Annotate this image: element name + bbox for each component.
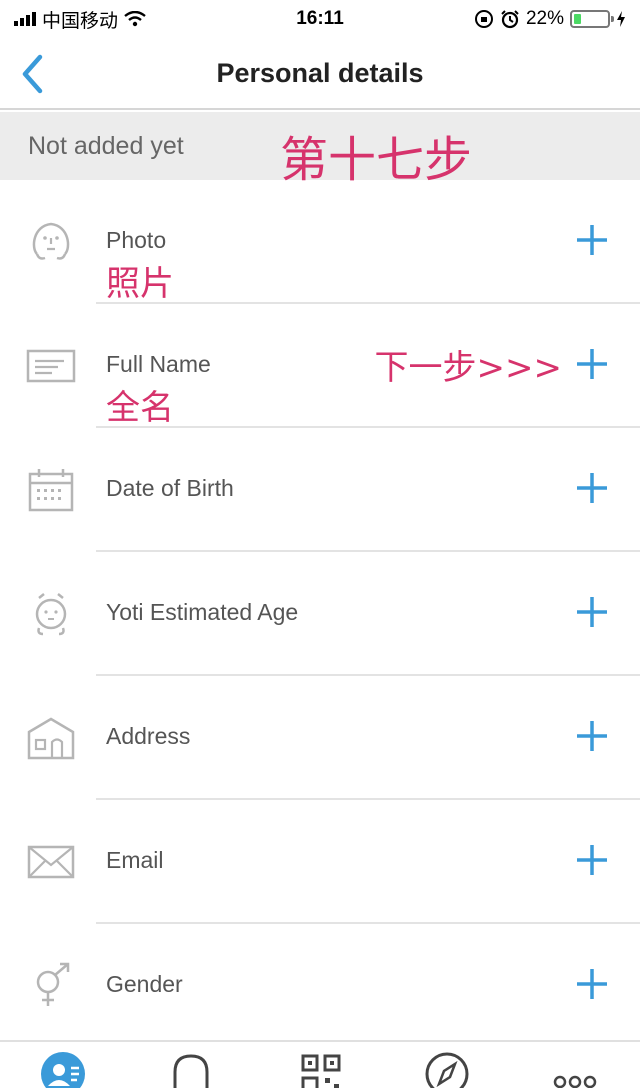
signal-icon: [14, 12, 36, 26]
qr-code-icon: [301, 1054, 341, 1088]
age-face-icon: [24, 590, 78, 638]
id-card-icon: [24, 342, 78, 390]
envelope-icon: [24, 838, 78, 886]
compass-icon: [425, 1052, 469, 1088]
status-banner: Not added yet 第十七步: [0, 112, 640, 188]
battery-icon: [570, 10, 614, 28]
alarm-icon: [501, 10, 519, 29]
next-step-annotation: 下一步>>>: [374, 348, 562, 388]
tab-discover[interactable]: [422, 1050, 472, 1088]
row-label: Date of Birth: [106, 475, 234, 501]
house-icon: [24, 714, 78, 762]
bell-icon: [173, 1054, 209, 1088]
tab-notifications[interactable]: [166, 1050, 216, 1088]
row-gender[interactable]: Gender: [0, 924, 640, 1048]
tab-scan[interactable]: [296, 1050, 346, 1088]
tab-bar: [0, 1040, 640, 1088]
calendar-icon: [24, 466, 78, 514]
personal-details-list: Photo 照片 Full Name 全名 下一步>>> Date of Bir…: [0, 180, 640, 1048]
row-address[interactable]: Address: [0, 676, 640, 800]
tab-more[interactable]: [550, 1050, 600, 1088]
wifi-icon: [124, 11, 146, 27]
gender-icon: [24, 962, 78, 1010]
row-full-name[interactable]: Full Name 全名 下一步>>>: [0, 304, 640, 428]
row-date-of-birth[interactable]: Date of Birth: [0, 428, 640, 552]
row-email[interactable]: Email: [0, 800, 640, 924]
row-annotation: 照片: [106, 264, 174, 304]
profile-icon: [41, 1052, 85, 1088]
battery-level: [574, 14, 582, 24]
row-label: Full Name: [106, 351, 211, 377]
plus-icon[interactable]: [574, 222, 610, 258]
plus-icon[interactable]: [574, 966, 610, 1002]
page-title: Personal details: [216, 57, 424, 88]
nav-bar: Personal details: [0, 38, 640, 110]
charging-icon: [617, 11, 625, 27]
row-label: Gender: [106, 971, 183, 997]
more-icon: [553, 1075, 597, 1088]
plus-icon[interactable]: [574, 594, 610, 630]
plus-icon[interactable]: [574, 346, 610, 382]
status-right: 22%: [426, 8, 626, 30]
row-label: Address: [106, 723, 191, 749]
back-button[interactable]: [10, 50, 54, 98]
face-icon: [24, 218, 78, 266]
plus-icon[interactable]: [574, 718, 610, 754]
chevron-left-icon: [22, 54, 43, 94]
carrier-label: 中国移动: [42, 10, 119, 32]
status-bar: 中国移动 16:11 22%: [0, 0, 640, 38]
row-annotation: 全名: [106, 388, 174, 428]
status-time: 16:11: [296, 8, 344, 29]
row-estimated-age[interactable]: Yoti Estimated Age: [0, 552, 640, 676]
status-left: 中国移动: [14, 6, 214, 33]
plus-icon[interactable]: [574, 470, 610, 506]
plus-icon[interactable]: [574, 842, 610, 878]
row-label: Photo: [106, 227, 167, 253]
banner-text: Not added yet: [28, 131, 184, 160]
rotation-lock-icon: [474, 10, 493, 28]
battery-percent: 22%: [525, 8, 564, 29]
row-label: Email: [106, 847, 164, 873]
row-label: Yoti Estimated Age: [106, 599, 299, 625]
row-photo[interactable]: Photo 照片: [0, 180, 640, 304]
tab-profile[interactable]: [38, 1050, 88, 1088]
